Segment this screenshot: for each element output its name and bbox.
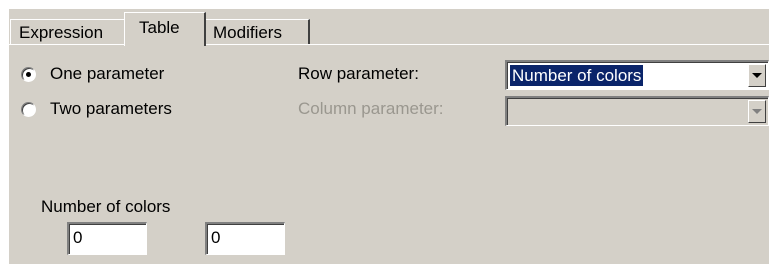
chevron-down-icon xyxy=(752,109,762,114)
radio-unchecked-icon xyxy=(21,101,36,117)
two-parameters-label: Two parameters xyxy=(50,99,172,118)
chevron-down-icon xyxy=(752,73,762,78)
one-parameter-label: One parameter xyxy=(50,64,165,83)
tab-modifiers[interactable]: Modifiers xyxy=(204,19,310,45)
number-of-colors-label: Number of colors xyxy=(41,197,171,216)
tab-expression[interactable]: Expression xyxy=(10,19,126,45)
two-parameters-radio[interactable]: Two parameters xyxy=(21,98,172,120)
range-from-input[interactable]: 0 xyxy=(67,222,147,255)
active-tab-joint xyxy=(125,44,204,46)
tab-strip-divider xyxy=(9,44,769,45)
row-parameter-label: Row parameter: xyxy=(298,64,419,83)
column-parameter-select[interactable] xyxy=(505,96,769,126)
tab-table[interactable]: Table xyxy=(124,12,206,46)
column-parameter-label: Column parameter: xyxy=(298,99,444,118)
window-frame: Expression Modifiers Table One parameter… xyxy=(0,0,769,264)
row-parameter-value: Number of colors xyxy=(510,65,644,86)
one-parameter-radio[interactable]: One parameter xyxy=(21,63,164,85)
row-parameter-select[interactable]: Number of colors xyxy=(505,60,769,90)
column-parameter-dropdown-button[interactable] xyxy=(748,100,766,123)
range-to-input[interactable]: 0 xyxy=(205,222,285,255)
row-parameter-dropdown-button[interactable] xyxy=(748,64,766,87)
radio-checked-icon xyxy=(21,66,36,82)
